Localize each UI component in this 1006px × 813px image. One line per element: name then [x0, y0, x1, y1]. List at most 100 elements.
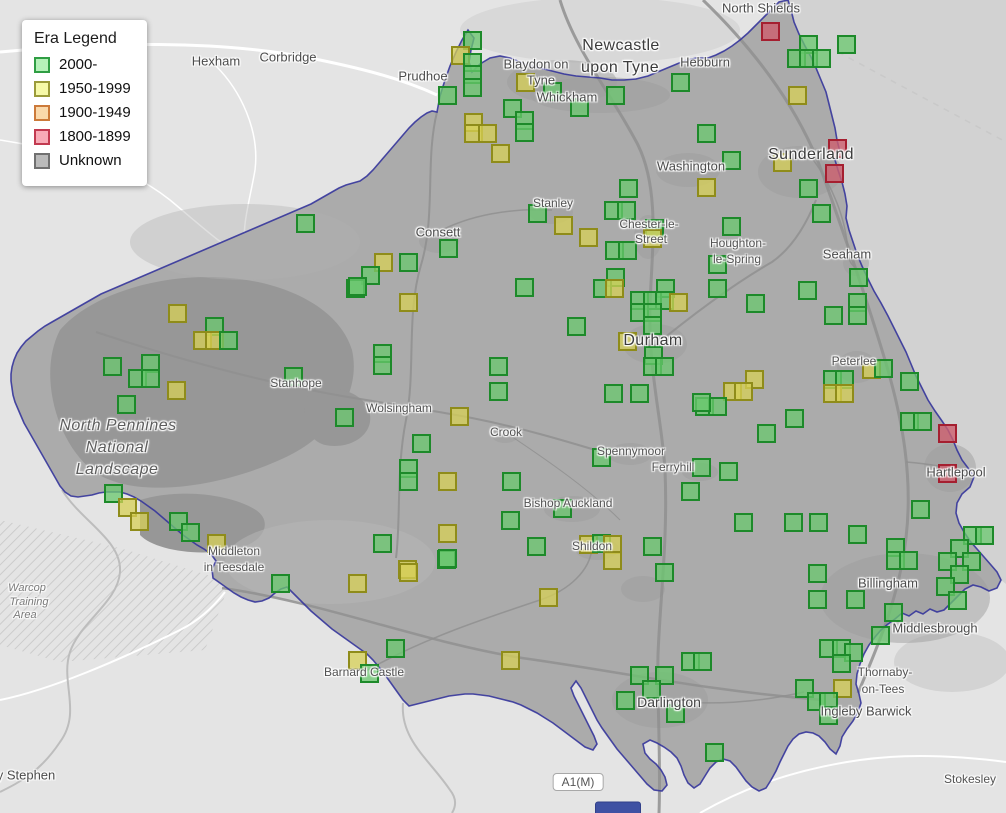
era-marker-2000-[interactable] [733, 512, 753, 532]
era-marker-1950-1999[interactable] [696, 177, 716, 197]
era-marker-2000-[interactable] [883, 602, 903, 622]
era-marker-2000-[interactable] [783, 512, 803, 532]
era-marker-2000-[interactable] [398, 252, 418, 272]
era-marker-2000-[interactable] [974, 525, 994, 545]
era-marker-1800-1899[interactable] [937, 423, 957, 443]
era-marker-1950-1999[interactable] [477, 123, 497, 143]
era-marker-2000-[interactable] [372, 533, 392, 553]
era-marker-2000-[interactable] [618, 178, 638, 198]
era-marker-2000-[interactable] [818, 705, 838, 725]
era-marker-1950-1999[interactable] [642, 228, 662, 248]
era-marker-2000-[interactable] [707, 278, 727, 298]
era-marker-2000-[interactable] [680, 481, 700, 501]
era-marker-2000-[interactable] [654, 562, 674, 582]
era-marker-1950-1999[interactable] [167, 303, 187, 323]
era-marker-2000-[interactable] [847, 305, 867, 325]
era-marker-1950-1999[interactable] [347, 573, 367, 593]
era-marker-2000-[interactable] [462, 77, 482, 97]
era-marker-2000-[interactable] [488, 381, 508, 401]
era-marker-1950-1999[interactable] [578, 227, 598, 247]
era-marker-2000-[interactable] [811, 48, 831, 68]
era-marker-2000-[interactable] [912, 411, 932, 431]
era-marker-1950-1999[interactable] [602, 550, 622, 570]
era-marker-2000-[interactable] [514, 122, 534, 142]
era-marker-2000-[interactable] [691, 392, 711, 412]
era-marker-1950-1999[interactable] [398, 292, 418, 312]
era-marker-1800-1899[interactable] [937, 463, 957, 483]
era-marker-2000-[interactable] [848, 267, 868, 287]
era-marker-2000-[interactable] [270, 573, 290, 593]
era-marker-2000-[interactable] [385, 638, 405, 658]
era-marker-1950-1999[interactable] [515, 72, 535, 92]
era-marker-2000-[interactable] [488, 356, 508, 376]
era-marker-2000-[interactable] [641, 679, 661, 699]
era-marker-2000-[interactable] [696, 123, 716, 143]
era-marker-1950-1999[interactable] [206, 533, 226, 553]
era-marker-2000-[interactable] [704, 742, 724, 762]
era-marker-2000-[interactable] [784, 408, 804, 428]
era-marker-2000-[interactable] [798, 178, 818, 198]
era-marker-2000-[interactable] [569, 97, 589, 117]
era-marker-2000-[interactable] [116, 394, 136, 414]
era-marker-1950-1999[interactable] [500, 650, 520, 670]
era-marker-1950-1999[interactable] [617, 331, 637, 351]
era-marker-2000-[interactable] [438, 238, 458, 258]
era-marker-1800-1899[interactable] [760, 21, 780, 41]
base-map[interactable] [0, 0, 1006, 813]
era-marker-2000-[interactable] [501, 471, 521, 491]
era-marker-1950-1999[interactable] [538, 587, 558, 607]
era-marker-1950-1999[interactable] [449, 406, 469, 426]
era-marker-1950-1999[interactable] [787, 85, 807, 105]
era-marker-2000-[interactable] [372, 355, 392, 375]
era-marker-2000-[interactable] [527, 203, 547, 223]
era-marker-2000-[interactable] [629, 383, 649, 403]
era-marker-1950-1999[interactable] [553, 215, 573, 235]
era-marker-1950-1999[interactable] [437, 471, 457, 491]
era-marker-2000-[interactable] [542, 81, 562, 101]
era-marker-2000-[interactable] [807, 563, 827, 583]
era-marker-2000-[interactable] [605, 85, 625, 105]
era-marker-2000-[interactable] [670, 72, 690, 92]
era-marker-2000-[interactable] [910, 499, 930, 519]
era-marker-2000-[interactable] [718, 461, 738, 481]
era-marker-2000-[interactable] [615, 690, 635, 710]
era-marker-2000-[interactable] [692, 651, 712, 671]
era-marker-2000-[interactable] [756, 423, 776, 443]
era-marker-2000-[interactable] [665, 703, 685, 723]
era-marker-2000-[interactable] [808, 512, 828, 532]
era-marker-2000-[interactable] [180, 522, 200, 542]
era-marker-2000-[interactable] [721, 216, 741, 236]
era-marker-2000-[interactable] [526, 536, 546, 556]
era-marker-1950-1999[interactable] [834, 383, 854, 403]
era-marker-1950-1999[interactable] [166, 380, 186, 400]
era-marker-2000-[interactable] [437, 548, 457, 568]
era-marker-2000-[interactable] [807, 589, 827, 609]
era-marker-2000-[interactable] [334, 407, 354, 427]
era-marker-1950-1999[interactable] [490, 143, 510, 163]
era-marker-2000-[interactable] [411, 433, 431, 453]
era-marker-2000-[interactable] [642, 315, 662, 335]
era-marker-2000-[interactable] [616, 200, 636, 220]
era-marker-2000-[interactable] [617, 240, 637, 260]
era-marker-2000-[interactable] [873, 358, 893, 378]
era-marker-2000-[interactable] [654, 356, 674, 376]
era-marker-1950-1999[interactable] [437, 523, 457, 543]
era-marker-2000-[interactable] [359, 663, 379, 683]
era-marker-2000-[interactable] [591, 447, 611, 467]
era-marker-2000-[interactable] [898, 550, 918, 570]
era-marker-2000-[interactable] [847, 524, 867, 544]
era-marker-2000-[interactable] [707, 254, 727, 274]
era-marker-2000-[interactable] [831, 653, 851, 673]
era-marker-1950-1999[interactable] [604, 278, 624, 298]
era-marker-2000-[interactable] [691, 457, 711, 477]
era-marker-2000-[interactable] [823, 305, 843, 325]
era-marker-2000-[interactable] [947, 590, 967, 610]
era-marker-2000-[interactable] [845, 589, 865, 609]
era-marker-2000-[interactable] [347, 276, 367, 296]
era-marker-2000-[interactable] [836, 34, 856, 54]
era-marker-2000-[interactable] [899, 371, 919, 391]
era-marker-1800-1899[interactable] [824, 163, 844, 183]
era-marker-2000-[interactable] [295, 213, 315, 233]
era-marker-2000-[interactable] [437, 85, 457, 105]
era-marker-2000-[interactable] [552, 498, 572, 518]
